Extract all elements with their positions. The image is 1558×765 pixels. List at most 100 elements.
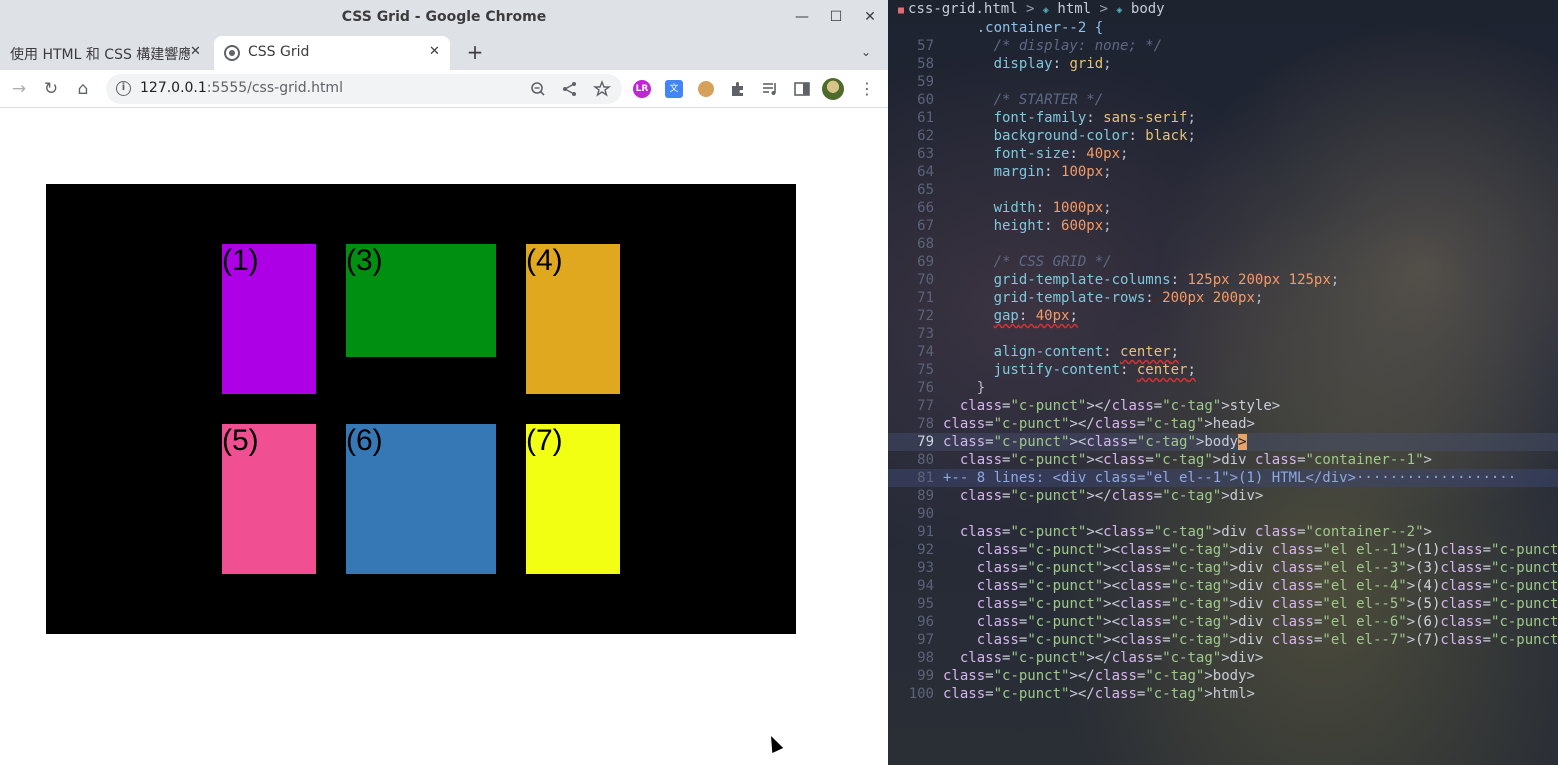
code-line[interactable]: 73: [888, 325, 1558, 343]
close-tab-icon[interactable]: ✕: [429, 44, 440, 59]
code-line[interactable]: 99 class="c-punct"></class="c-tag">body>: [888, 667, 1558, 685]
line-number: 75: [917, 362, 934, 378]
breadcrumb-file[interactable]: css-grid.html: [908, 1, 1018, 17]
grid-item-1: (1): [222, 244, 316, 394]
code-line[interactable]: 61 font-family: sans-serif;: [888, 109, 1558, 127]
code-line[interactable]: 69 /* CSS GRID */: [888, 253, 1558, 271]
code-line[interactable]: 72 gap: 40px;: [888, 307, 1558, 325]
line-number: 59: [917, 74, 934, 90]
grid-item-label: (3): [346, 244, 383, 277]
line-code: }: [943, 380, 986, 396]
code-line[interactable]: 94 class="c-punct"><class="c-tag">div cl…: [888, 577, 1558, 595]
code-line[interactable]: 78 class="c-punct"></class="c-tag">head>: [888, 415, 1558, 433]
code-line[interactable]: 71 grid-template-rows: 200px 200px;: [888, 289, 1558, 307]
code-line[interactable]: 93 class="c-punct"><class="c-tag">div cl…: [888, 559, 1558, 577]
side-panel-icon[interactable]: [792, 79, 812, 99]
code-line[interactable]: 92 class="c-punct"><class="c-tag">div cl…: [888, 541, 1558, 559]
close-window-button[interactable]: ✕: [859, 6, 881, 28]
code-line[interactable]: 66 width: 1000px;: [888, 199, 1558, 217]
tab-css-grid[interactable]: CSS Grid ✕: [214, 36, 450, 70]
line-code: /* STARTER */: [943, 92, 1104, 108]
code-line[interactable]: 98 class="c-punct"></class="c-tag">div>: [888, 649, 1558, 667]
breadcrumb-body[interactable]: body: [1131, 1, 1165, 17]
close-tab-icon[interactable]: ✕: [190, 44, 201, 59]
line-number: 98: [917, 650, 934, 666]
code-line[interactable]: 90: [888, 505, 1558, 523]
maximize-button[interactable]: ☐: [825, 6, 847, 28]
code-line[interactable]: 76 }: [888, 379, 1558, 397]
grid-item-label: (4): [526, 244, 563, 277]
grid-item-7: (7): [526, 424, 620, 574]
line-number: 70: [917, 272, 934, 288]
url-text[interactable]: 127.0.0.1:5555/css-grid.html: [140, 80, 343, 96]
minimize-button[interactable]: —: [791, 6, 813, 28]
tab-strip: 使用 HTML 和 CSS 構建響應 ✕ CSS Grid ✕: [0, 36, 888, 70]
lr-extension-icon[interactable]: LR: [633, 80, 651, 98]
code-line[interactable]: 97 class="c-punct"><class="c-tag">div cl…: [888, 631, 1558, 649]
code-line[interactable]: 59: [888, 73, 1558, 91]
line-number: 91: [917, 524, 934, 540]
code-area[interactable]: .container--2 {57 /* display: none; */58…: [888, 19, 1558, 703]
code-line[interactable]: 96 class="c-punct"><class="c-tag">div cl…: [888, 613, 1558, 631]
code-line[interactable]: 80 class="c-punct"><class="c-tag">div cl…: [888, 451, 1558, 469]
grid-item-label: (7): [526, 424, 563, 457]
line-number: 69: [917, 254, 934, 270]
code-line[interactable]: 67 height: 600px;: [888, 217, 1558, 235]
line-code: class="c-punct"></class="c-tag">head>: [943, 416, 1255, 432]
code-line[interactable]: 89 class="c-punct"></class="c-tag">div>: [888, 487, 1558, 505]
code-line[interactable]: 62 background-color: black;: [888, 127, 1558, 145]
grid-item-label: (6): [346, 424, 383, 457]
code-line[interactable]: 65: [888, 181, 1558, 199]
line-code: class="c-punct"><class="c-tag">div class…: [959, 524, 1432, 540]
tab-html-css-responsive[interactable]: 使用 HTML 和 CSS 構建響應 ✕: [0, 36, 210, 70]
code-line[interactable]: 95 class="c-punct"><class="c-tag">div cl…: [888, 595, 1558, 613]
line-code: align-content: center;: [993, 344, 1180, 360]
line-code: /* display: none; */: [943, 38, 1163, 54]
line-number: 95: [917, 596, 934, 612]
code-line[interactable]: 75 justify-content: center;: [888, 361, 1558, 379]
address-bar[interactable]: i 127.0.0.1:5555/css-grid.html: [106, 74, 622, 104]
code-line[interactable]: 74 align-content: center;: [888, 343, 1558, 361]
tag-icon: ◈: [1116, 5, 1123, 16]
line-code: class="c-punct"><class="c-tag">div class…: [976, 578, 1558, 594]
code-line[interactable]: 57 /* display: none; */: [888, 37, 1558, 55]
back-button[interactable]: →: [8, 78, 30, 100]
code-line[interactable]: 77 class="c-punct"></class="c-tag">style…: [888, 397, 1558, 415]
code-line[interactable]: 60 /* STARTER */: [888, 91, 1558, 109]
code-line[interactable]: 58 display: grid;: [888, 55, 1558, 73]
new-tab-button[interactable]: +: [464, 41, 486, 63]
code-line[interactable]: 79 class="c-punct"><class="c-tag">body>: [888, 433, 1558, 451]
breadcrumb-html[interactable]: html: [1057, 1, 1091, 17]
tab-search-icon[interactable]: ⌄: [856, 42, 876, 62]
code-line[interactable]: 68: [888, 235, 1558, 253]
share-icon[interactable]: [560, 79, 580, 99]
grid-item-label: (5): [222, 424, 259, 457]
code-line[interactable]: 91 class="c-punct"><class="c-tag">div cl…: [888, 523, 1558, 541]
reload-button[interactable]: ↻: [40, 78, 62, 100]
profile-avatar[interactable]: [822, 78, 844, 100]
line-number: 81: [917, 470, 934, 486]
home-button[interactable]: ⌂: [72, 78, 94, 100]
code-line[interactable]: 70 grid-template-columns: 125px 200px 12…: [888, 271, 1558, 289]
line-code: class="c-punct"></class="c-tag">html>: [943, 686, 1255, 702]
code-line[interactable]: 100 class="c-punct"></class="c-tag">html>: [888, 685, 1558, 703]
code-line[interactable]: .container--2 {: [888, 19, 1558, 37]
code-line[interactable]: 64 margin: 100px;: [888, 163, 1558, 181]
grid-item-6: (6): [346, 424, 496, 574]
page-viewport: (1) (3) (4) (5) (6) (7): [0, 109, 888, 765]
line-code: class="c-punct"><class="c-tag">div class…: [976, 596, 1558, 612]
puzzle-extensions-icon[interactable]: [728, 79, 748, 99]
code-line[interactable]: 81 +-- 8 lines: <div class="el el--1">(1)…: [888, 469, 1558, 487]
code-line[interactable]: 63 font-size: 40px;: [888, 145, 1558, 163]
window-title: CSS Grid - Google Chrome: [341, 9, 547, 25]
translate-extension-icon[interactable]: 文: [665, 80, 683, 98]
cookie-extension-icon[interactable]: [698, 81, 714, 97]
zoom-icon[interactable]: [528, 79, 548, 99]
grid-item-4: (4): [526, 244, 620, 394]
line-code: /* CSS GRID */: [943, 254, 1112, 270]
media-queue-icon[interactable]: [760, 79, 780, 99]
bookmark-star-icon[interactable]: [592, 79, 612, 99]
site-info-icon[interactable]: i: [116, 81, 131, 96]
line-number: 67: [917, 218, 934, 234]
kebab-menu-icon[interactable]: ⋮: [857, 79, 877, 99]
